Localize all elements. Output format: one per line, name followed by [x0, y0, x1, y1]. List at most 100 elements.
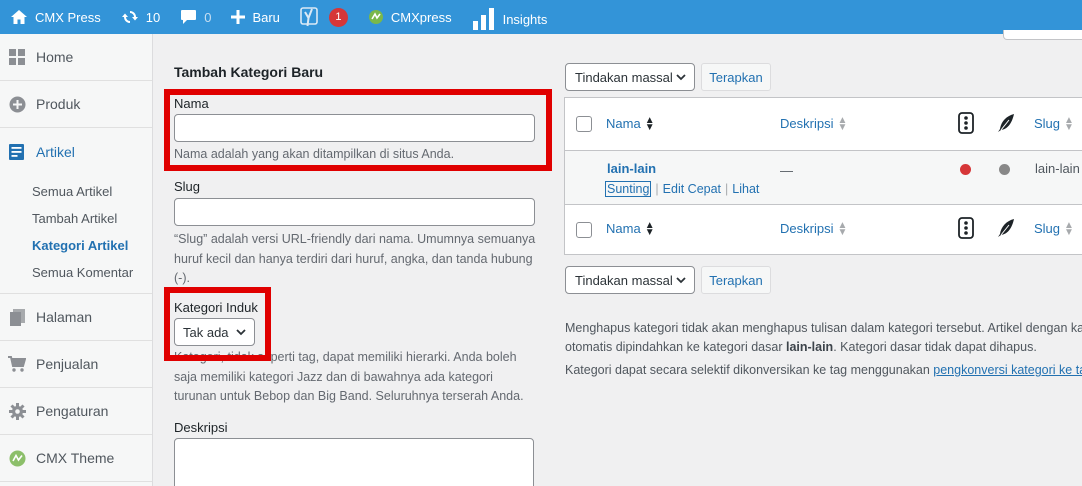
view-action-link[interactable]: Lihat: [732, 182, 759, 196]
category-name-link[interactable]: lain-lain: [607, 161, 656, 176]
sidebar-item-penjualan[interactable]: Penjualan: [0, 341, 152, 388]
category-slug: lain-lain: [1035, 161, 1080, 176]
cart-icon: [8, 355, 26, 373]
description-label: Deskripsi: [174, 420, 228, 435]
artikel-submenu: Semua Artikel Tambah Artikel Kategori Ar…: [0, 175, 152, 294]
bulk-action-select-bottom[interactable]: Tindakan massal: [565, 266, 695, 294]
parent-help-line: saja memiliki kategori Jazz dan di bawah…: [174, 369, 493, 384]
home-icon: [11, 10, 27, 24]
slug-help-line: huruf kecil dan hanya terdiri dari huruf…: [174, 251, 533, 266]
edit-action-link[interactable]: Sunting: [605, 181, 652, 197]
default-category-name: lain-lain: [785, 340, 834, 354]
sort-arrows-icon: ▲ ▼: [837, 114, 848, 133]
quick-edit-action-link[interactable]: Edit Cepat: [663, 182, 721, 196]
updates-link[interactable]: 10: [111, 0, 170, 34]
column-header-label: Nama: [606, 221, 641, 236]
note-text: Kategori dapat secara selektif dikonvers…: [565, 363, 934, 377]
new-content-link[interactable]: Baru: [221, 0, 289, 34]
separator: |: [725, 182, 729, 196]
highlight-box-parent: [164, 287, 271, 361]
sidebar-item-label: Pengaturan: [36, 403, 109, 419]
category-converter-link[interactable]: pengkonversi kategori ke ta: [933, 363, 1082, 377]
readability-feather-icon[interactable]: [997, 113, 1015, 133]
submenu-semua-artikel[interactable]: Semua Artikel: [0, 179, 152, 206]
submenu-semua-komentar[interactable]: Semua Komentar: [0, 260, 152, 287]
insights-link[interactable]: Insights: [462, 0, 558, 34]
seo-score-icon[interactable]: [958, 112, 974, 134]
note-text: . Kategori dasar tidak dapat dihapus.: [833, 340, 1037, 354]
separator: |: [655, 182, 659, 196]
slug-input[interactable]: [174, 198, 535, 226]
bulk-action-value: Tindakan massal: [575, 69, 673, 85]
bulk-action-value: Tindakan massal: [575, 272, 673, 288]
table-header: Nama ▲ ▼ Deskripsi ▲ ▼ Slug ▲ ▼: [565, 98, 1082, 150]
sort-arrows-icon: ▲ ▼: [1064, 219, 1074, 238]
submenu-kategori-artikel[interactable]: Kategori Artikel: [0, 233, 152, 260]
yoast-icon: [300, 7, 318, 27]
comments-count: 0: [204, 9, 212, 25]
readability-feather-icon[interactable]: [997, 218, 1015, 238]
parent-help-line: turunan untuk Bebop dan Big Band. Seluru…: [174, 389, 524, 403]
sidebar-item-pengaturan[interactable]: Pengaturan: [0, 388, 152, 435]
bulk-action-select-top[interactable]: Tindakan massal: [565, 63, 695, 91]
apply-button-bottom[interactable]: Terapkan: [701, 266, 771, 294]
category-description: —: [780, 163, 793, 178]
table-row: lain-lain Sunting | Edit Cepat | Lihat —…: [565, 150, 1082, 204]
select-all-checkbox[interactable]: [576, 116, 592, 132]
insights-label: Insights: [502, 11, 548, 27]
column-header-name[interactable]: Nama ▲ ▼: [606, 115, 655, 132]
column-footer-description[interactable]: Deskripsi ▲ ▼: [780, 219, 848, 238]
column-footer-name[interactable]: Nama ▲ ▼: [606, 219, 655, 238]
cmx-theme-icon: [8, 449, 26, 467]
add-category-form: Tambah Kategori Baru Nama Nama adalah ya…: [153, 34, 553, 486]
sort-arrows-icon: ▲ ▼: [644, 219, 655, 238]
submenu-tambah-artikel[interactable]: Tambah Artikel: [0, 206, 152, 233]
row-actions: Sunting | Edit Cepat | Lihat: [605, 181, 759, 197]
column-header-description[interactable]: Deskripsi ▲ ▼: [780, 114, 848, 133]
new-label: Baru: [252, 9, 280, 25]
category-list: Tindakan massal Terapkan Nama ▲ ▼ Deskrip…: [553, 30, 1082, 486]
sidebar-item-artikel[interactable]: Artikel: [0, 128, 152, 175]
note-text: otomatis dipindahkan ke kategori dasar: [565, 340, 786, 354]
delete-note-line: Menghapus kategori tidak akan menghapus …: [565, 321, 1082, 335]
sidebar-item-halaman[interactable]: Halaman: [0, 294, 152, 341]
sidebar-item-label: Artikel: [36, 143, 75, 160]
apply-button-top[interactable]: Terapkan: [701, 63, 771, 91]
cmxpress-label: CMXpress: [390, 9, 452, 25]
column-footer-slug[interactable]: Slug ▲ ▼: [1034, 219, 1074, 238]
chevron-down-icon: [676, 277, 686, 284]
site-name-link[interactable]: CMX Press: [0, 0, 111, 34]
seo-score-icon[interactable]: [958, 217, 974, 239]
default-category-note: otomatis dipindahkan ke kategori dasar l…: [565, 338, 1037, 358]
yoast-notification-badge: 1: [328, 7, 348, 27]
sidebar-item-label: Produk: [36, 96, 81, 112]
updates-count: 10: [145, 9, 161, 25]
updates-icon: [121, 11, 138, 23]
yoast-link[interactable]: 1: [290, 0, 358, 34]
cmxpress-link[interactable]: CMXpress: [358, 0, 462, 34]
comments-link[interactable]: 0: [170, 0, 221, 34]
sidebar-item-cmx-theme[interactable]: CMX Theme: [0, 435, 152, 482]
column-header-slug[interactable]: Slug ▲ ▼: [1034, 115, 1074, 132]
sidebar-item-label: Halaman: [36, 309, 93, 325]
seo-score-red-dot: [960, 164, 971, 175]
sort-arrows-icon: ▲ ▼: [837, 219, 848, 238]
column-header-label: Slug: [1034, 221, 1061, 236]
select-all-checkbox-footer[interactable]: [576, 222, 592, 238]
sidebar-item-label: Penjualan: [36, 356, 99, 372]
categories-table: Nama ▲ ▼ Deskripsi ▲ ▼ Slug ▲ ▼ lain-lain S…: [564, 97, 1082, 255]
description-textarea[interactable]: [174, 438, 534, 486]
insights-bar-icon: [472, 8, 494, 30]
sidebar-item-label: Home: [36, 49, 74, 65]
dashboard-grid-icon: [8, 48, 26, 66]
add-circle-icon: [8, 95, 26, 113]
slug-label: Slug: [174, 179, 201, 194]
slug-help-line: (-).: [174, 271, 190, 285]
highlight-box-name: [164, 89, 552, 171]
sidebar-item-home[interactable]: Home: [0, 34, 152, 81]
admin-bar: CMX Press 10 0 Baru 1 CMXpress Insights: [0, 0, 1082, 34]
admin-sidebar: Home Produk Artikel Semua Artikel Tambah…: [0, 34, 153, 486]
screen-options-tab[interactable]: [1003, 30, 1082, 40]
slug-help-line: “Slug” adalah versi URL-friendly dari na…: [174, 232, 536, 246]
sidebar-item-produk[interactable]: Produk: [0, 81, 152, 128]
